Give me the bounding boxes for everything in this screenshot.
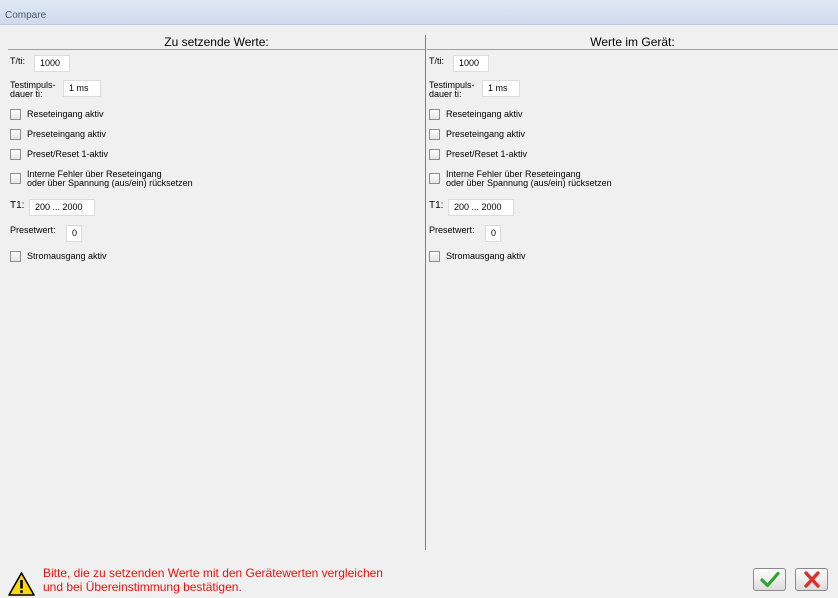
strom-checkbox[interactable] [429, 251, 440, 262]
tti-label: T/ti: [10, 56, 25, 66]
t1-label: T1: [10, 200, 25, 211]
presetwert-field[interactable]: 0 [485, 225, 501, 242]
preset-reset-checkbox[interactable] [10, 149, 21, 160]
preset-label: Preseteingang aktiv [446, 129, 526, 139]
preset-checkbox[interactable] [10, 129, 21, 140]
t1-field[interactable]: 200 ... 2000 [29, 199, 95, 216]
tti-label: T/ti: [429, 56, 444, 66]
message-line-2: und bei Übereinstimmung bestätigen. [43, 580, 242, 594]
presetwert-field[interactable]: 0 [66, 225, 82, 242]
reset-checkbox[interactable] [10, 109, 21, 120]
warning-icon [8, 572, 35, 596]
preset-reset-label: Preset/Reset 1-aktiv [446, 149, 528, 159]
reset-label: Reseteingang aktiv [446, 109, 523, 119]
checkmark-icon [760, 571, 780, 588]
interne-label-2: oder über Spannung (aus/ein) rücksetzen [27, 178, 193, 188]
presetwert-label: Presetwert: [429, 225, 475, 235]
target-values-panel: Zu setzende Werte: T/ti: 1000 Testimpuls… [8, 35, 426, 550]
confirm-button[interactable] [753, 568, 786, 591]
confirmation-message: Bitte, die zu setzenden Werte mit den Ge… [43, 566, 383, 594]
reset-label: Reseteingang aktiv [27, 109, 104, 119]
target-values-heading: Zu setzende Werte: [164, 35, 269, 49]
preset-label: Preseteingang aktiv [27, 129, 107, 139]
device-values-panel: Werte im Gerät: T/ti: 1000 Testimpuls- d… [427, 35, 838, 550]
preset-checkbox[interactable] [429, 129, 440, 140]
tti-field[interactable]: 1000 [453, 55, 489, 72]
testimpuls-label-2: dauer ti: [429, 89, 462, 99]
preset-reset-checkbox[interactable] [429, 149, 440, 160]
device-values-heading: Werte im Gerät: [590, 35, 675, 49]
interne-checkbox[interactable] [429, 173, 440, 184]
strom-label: Stromausgang aktiv [446, 251, 526, 261]
message-line-1: Bitte, die zu setzenden Werte mit den Ge… [43, 566, 383, 580]
t1-label: T1: [429, 200, 444, 211]
reset-checkbox[interactable] [429, 109, 440, 120]
target-values-body: T/ti: 1000 Testimpuls- dauer ti: 1 ms Re… [8, 49, 425, 550]
strom-label: Stromausgang aktiv [27, 251, 107, 261]
interne-checkbox[interactable] [10, 173, 21, 184]
device-values-body: T/ti: 1000 Testimpuls- dauer ti: 1 ms Re… [427, 49, 838, 550]
close-icon [804, 571, 820, 588]
testimpuls-field[interactable]: 1 ms [482, 80, 520, 97]
tti-field[interactable]: 1000 [34, 55, 70, 72]
interne-label-2: oder über Spannung (aus/ein) rücksetzen [446, 178, 612, 188]
testimpuls-label-2: dauer ti: [10, 89, 43, 99]
window-title: Compare [5, 10, 47, 21]
title-bar: Compare [0, 0, 838, 25]
preset-reset-label: Preset/Reset 1-aktiv [27, 149, 109, 159]
presetwert-label: Presetwert: [10, 225, 56, 235]
testimpuls-field[interactable]: 1 ms [63, 80, 101, 97]
strom-checkbox[interactable] [10, 251, 21, 262]
t1-field[interactable]: 200 ... 2000 [448, 199, 514, 216]
cancel-button[interactable] [795, 568, 828, 591]
